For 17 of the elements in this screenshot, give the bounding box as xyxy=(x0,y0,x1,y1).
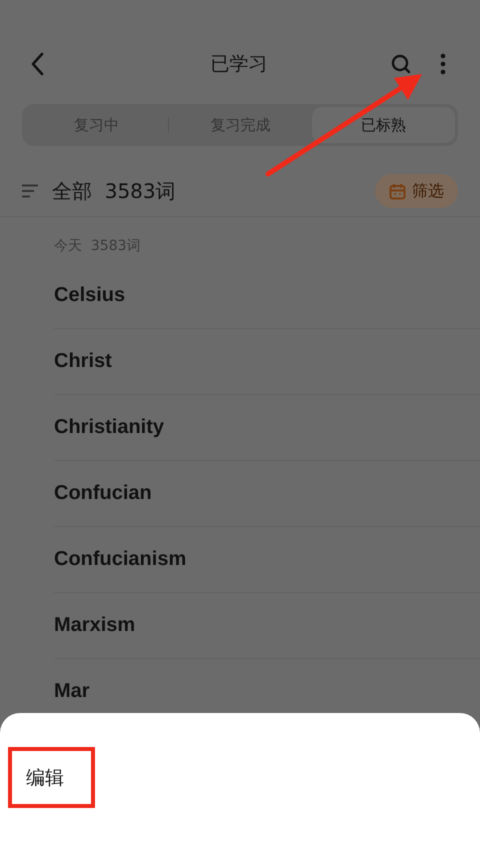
word-item[interactable]: Christianity xyxy=(54,416,164,439)
word-item[interactable]: Marxism xyxy=(54,614,136,637)
back-icon xyxy=(30,52,44,76)
search-icon xyxy=(390,53,412,75)
word-item[interactable]: Mar xyxy=(54,680,90,703)
word-item[interactable]: Christ xyxy=(54,350,112,373)
page-title: 已学习 xyxy=(210,52,268,77)
total-count: 全部 3583词 xyxy=(52,178,177,204)
more-icon xyxy=(440,53,446,75)
tab[interactable]: 已标熟 xyxy=(312,107,455,143)
filter-button[interactable]: 筛选 xyxy=(375,174,458,208)
word-item[interactable]: Confucian xyxy=(54,482,152,505)
calendar-icon xyxy=(389,182,406,200)
word-item[interactable]: Confucianism xyxy=(54,548,186,571)
list-icon xyxy=(22,184,38,198)
edit-menu-item[interactable]: 编辑 xyxy=(8,747,95,808)
word-item[interactable]: Celsius xyxy=(54,284,126,307)
